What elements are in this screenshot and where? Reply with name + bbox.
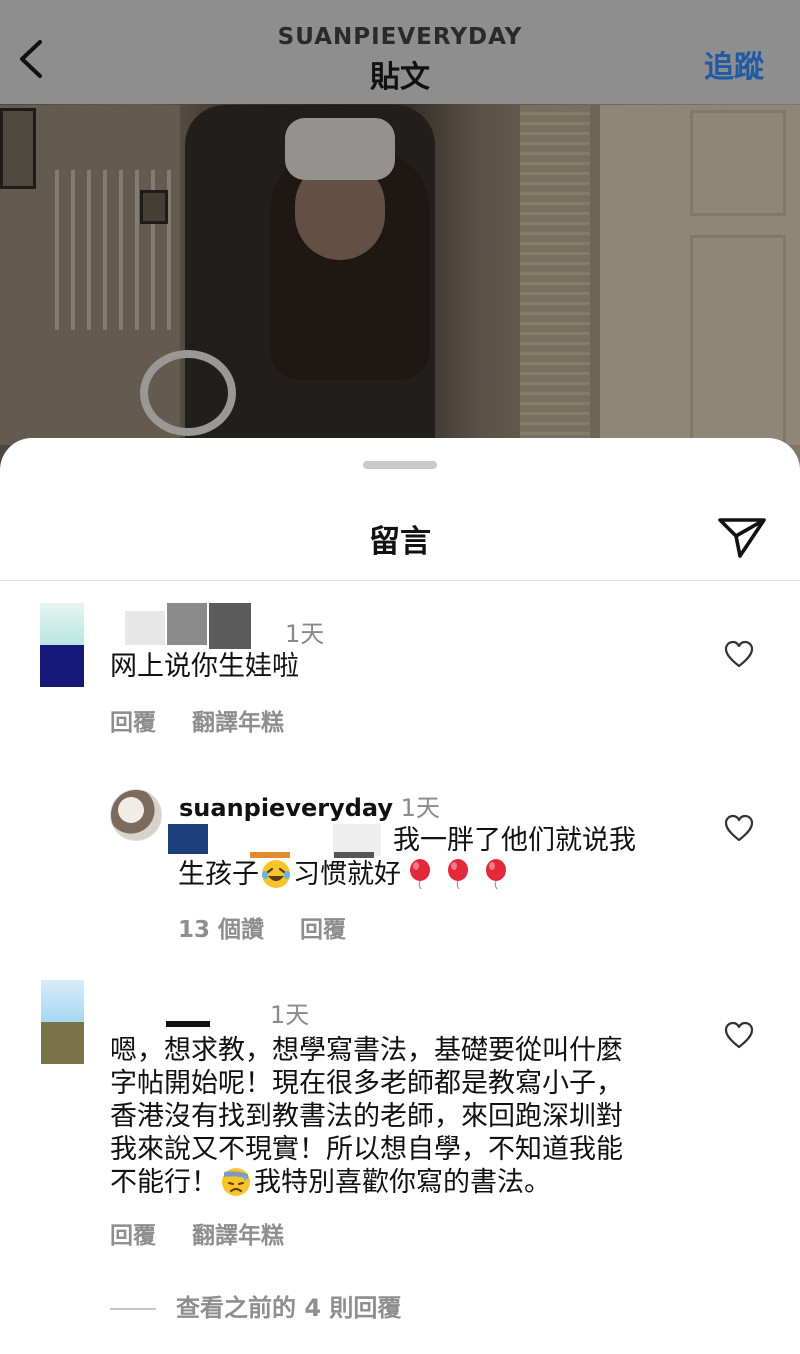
comments-sheet: 留言 1天 网上说你生娃啦 回覆翻譯年糕 suanpieveryday 1天	[0, 438, 800, 1354]
comment-time: 1天	[285, 620, 325, 648]
likes-count[interactable]: 13 個讚	[178, 917, 264, 943]
sheet-grabber-handle[interactable]	[363, 461, 437, 469]
follow-button[interactable]: 追蹤	[704, 42, 764, 86]
translate-button[interactable]: 翻譯年糕	[192, 1223, 284, 1249]
comment-text: 网上说你生娃啦	[110, 651, 299, 682]
reply-actions: 13 個讚 回覆	[178, 910, 382, 944]
comment-actions: 回覆 翻譯年糕	[110, 1216, 320, 1250]
downcast-sweat-emoji-icon	[222, 1168, 250, 1196]
balloon-emoji-icon	[410, 859, 430, 889]
reply-button[interactable]: 回覆	[300, 917, 346, 943]
redacted-username	[125, 603, 251, 649]
paper-plane-icon[interactable]	[716, 514, 768, 560]
avatar[interactable]	[110, 789, 162, 841]
post-author-username: SUANPIEVERYDAY	[277, 24, 523, 50]
comment-time: 1天	[270, 1001, 310, 1029]
replies-line-divider	[110, 1308, 156, 1310]
top-navigation-bar: SUANPIEVERYDAY 貼文 追蹤	[0, 0, 800, 104]
comment-actions: 回覆 翻譯年糕	[110, 703, 320, 737]
sheet-title: 留言	[369, 524, 431, 560]
comment-text: 嗯，想求教，想學寫書法，基礎要從叫什麼 字帖開始呢！現在很多老師都是教寫小子， …	[110, 1035, 623, 1198]
reply-meta: suanpieveryday 1天	[179, 788, 440, 823]
reply-username[interactable]: suanpieveryday	[179, 794, 393, 822]
reply-button[interactable]: 回覆	[110, 1223, 156, 1249]
balloon-emoji-icon	[486, 859, 506, 889]
view-previous-replies-button[interactable]: 查看之前的 4 則回覆	[110, 1288, 401, 1323]
heart-outline-icon[interactable]	[724, 814, 754, 842]
reply-text-line1: 我一胖了他们就说我	[393, 825, 636, 856]
reply-time: 1天	[400, 794, 440, 822]
reply-button[interactable]: 回覆	[110, 710, 156, 736]
heart-outline-icon[interactable]	[724, 640, 754, 668]
balloon-emoji-icon	[448, 859, 468, 889]
redacted-username	[166, 1021, 210, 1027]
heart-outline-icon[interactable]	[724, 1021, 754, 1049]
reply-text-line2: 生孩子 习惯就好	[178, 858, 515, 891]
sheet-divider	[0, 580, 800, 581]
page-title: 貼文	[370, 60, 430, 95]
laughing-tears-emoji-icon	[262, 860, 290, 888]
avatar[interactable]	[41, 980, 84, 1064]
translate-button[interactable]: 翻譯年糕	[192, 710, 284, 736]
avatar[interactable]	[40, 603, 84, 687]
